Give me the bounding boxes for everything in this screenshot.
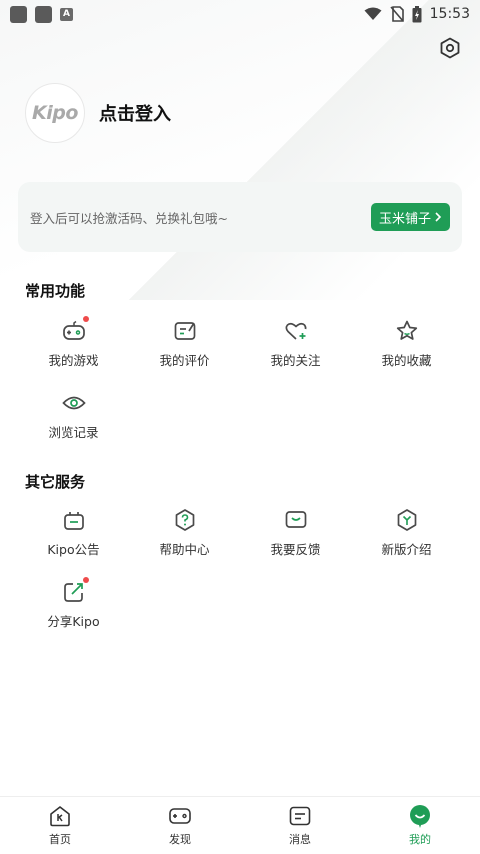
gamepad-icon (62, 320, 85, 340)
nav-label: 首页 (49, 833, 71, 846)
status-left: A (10, 5, 73, 23)
announcement-icon (63, 511, 84, 530)
notification-square-icon (35, 5, 52, 23)
discover-gamepad-icon (169, 808, 191, 824)
settings-button[interactable] (438, 36, 462, 60)
other-services-grid: Kipo公告 帮助中心 我要反馈 新版介绍 分享Kipo (0, 496, 480, 640)
eye-icon (61, 396, 86, 409)
nav-label: 发现 (169, 833, 191, 846)
menu-label: 我的游戏 (48, 352, 99, 368)
menu-label: 我的收藏 (381, 352, 432, 368)
menu-label: 我要反馈 (270, 541, 321, 557)
nav-label: 我的 (409, 833, 431, 846)
menu-label: 浏览记录 (48, 424, 99, 440)
menu-new-version[interactable]: 新版介绍 (351, 496, 462, 568)
login-link[interactable]: 点击登入 (99, 100, 171, 126)
new-version-icon (397, 508, 416, 531)
heart-plus-icon (285, 322, 306, 340)
login-promo-banner: 登入后可以抢激活码、兑换礼包哦~ 玉米铺子 (18, 182, 462, 252)
hexagon-settings-icon (440, 37, 460, 59)
menu-label: 我的评价 (159, 352, 210, 368)
menu-label: 新版介绍 (381, 541, 432, 557)
profile-header: Kipo 点击登入 (0, 28, 480, 158)
menu-browse-history[interactable]: 浏览记录 (18, 379, 129, 451)
section-title-common: 常用功能 (25, 282, 86, 300)
avatar[interactable]: Kipo (25, 83, 85, 143)
feedback-icon (285, 510, 306, 528)
a-icon: A (60, 7, 73, 21)
common-functions-grid: 我的游戏 我的评价 我的关注 我的收藏 浏览记录 (0, 307, 480, 451)
status-bar: A 15:53 (0, 0, 480, 28)
menu-my-reviews[interactable]: 我的评价 (129, 307, 240, 379)
menu-feedback[interactable]: 我要反馈 (240, 496, 351, 568)
menu-my-favorites[interactable]: 我的收藏 (351, 307, 462, 379)
menu-label: 帮助中心 (159, 541, 210, 557)
home-icon (50, 806, 70, 827)
nav-home[interactable]: 首页 (0, 797, 120, 854)
status-right: 15:53 (364, 5, 470, 23)
share-icon (63, 582, 83, 602)
notification-square-icon (10, 5, 27, 23)
nav-discover[interactable]: 发现 (120, 797, 240, 854)
menu-kipo-announcement[interactable]: Kipo公告 (18, 496, 129, 568)
new-badge (82, 576, 89, 583)
menu-label: Kipo公告 (47, 541, 100, 557)
no-sim-icon (390, 6, 404, 22)
status-time: 15:53 (429, 6, 470, 22)
help-icon (175, 508, 194, 531)
menu-my-follows[interactable]: 我的关注 (240, 307, 351, 379)
corn-shop-label: 玉米铺子 (378, 211, 431, 227)
battery-charging-icon (412, 5, 422, 22)
nav-me[interactable]: 我的 (360, 797, 480, 854)
message-icon (289, 806, 311, 826)
banner-text: 登入后可以抢激活码、兑换礼包哦~ (30, 210, 228, 226)
menu-label: 我的关注 (270, 352, 321, 368)
chevron-right-icon (435, 212, 442, 222)
wifi-icon (364, 7, 382, 20)
nav-label: 消息 (289, 833, 311, 846)
menu-help-center[interactable]: 帮助中心 (129, 496, 240, 568)
nav-messages[interactable]: 消息 (240, 797, 360, 854)
menu-label: 分享Kipo (47, 613, 100, 629)
menu-share-kipo[interactable]: 分享Kipo (18, 568, 129, 640)
new-badge (82, 315, 89, 322)
bottom-navigation: 首页 发现 消息 我的 (0, 796, 480, 854)
menu-my-games[interactable]: 我的游戏 (18, 307, 129, 379)
review-icon (174, 321, 195, 340)
corn-shop-button[interactable]: 玉米铺子 (370, 203, 450, 231)
section-title-services: 其它服务 (25, 473, 86, 491)
me-face-icon (410, 805, 430, 828)
star-icon (396, 320, 417, 340)
